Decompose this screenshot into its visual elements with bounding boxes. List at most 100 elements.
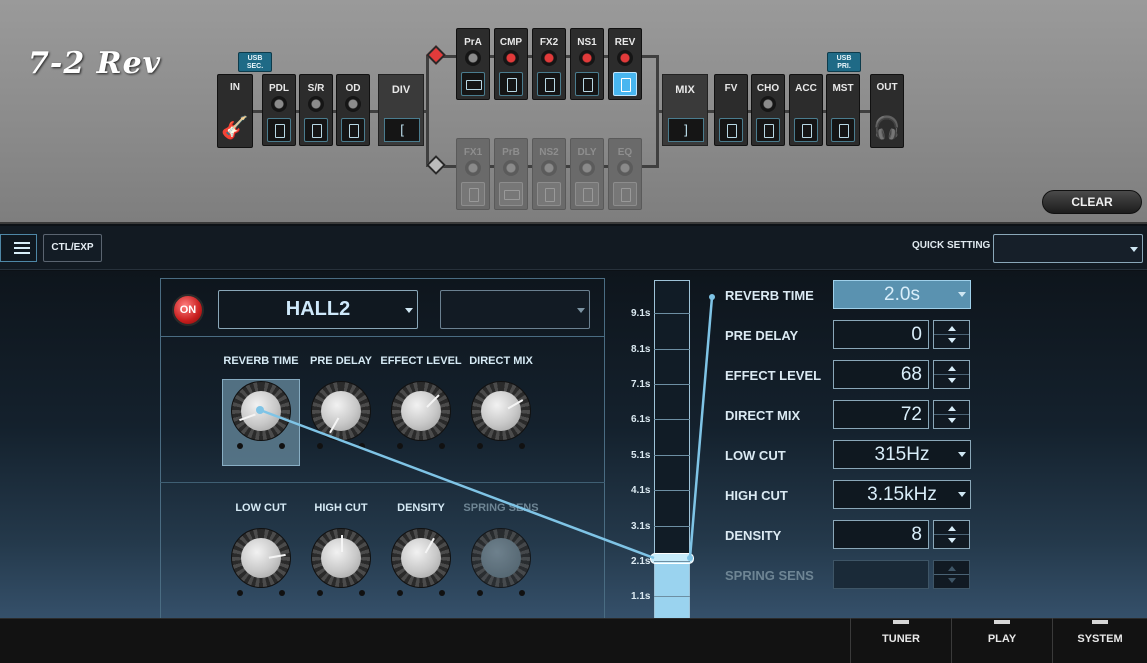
usb-pri-badge: USB PRI.	[827, 52, 861, 72]
pedal-icon[interactable]	[499, 72, 523, 96]
slider-tick-line	[654, 455, 690, 456]
block-acc[interactable]: ACC	[789, 74, 823, 146]
list-menu-button[interactable]	[0, 234, 37, 262]
menu-icon	[14, 252, 30, 254]
slider-tick-line	[654, 490, 690, 491]
pedal-icon[interactable]	[304, 118, 328, 142]
block-label: REV	[614, 37, 636, 48]
block-led[interactable]	[503, 50, 519, 66]
reverb-time-knob[interactable]	[231, 381, 291, 441]
ctl-exp-button[interactable]: CTL/EXP	[43, 234, 102, 262]
block-led[interactable]	[308, 96, 324, 112]
block-rev[interactable]: REV	[608, 28, 642, 100]
pedal-icon[interactable]	[461, 182, 485, 206]
param-value-select[interactable]: 3.15kHz	[833, 480, 971, 509]
out-block[interactable]: OUT 🎧	[870, 74, 904, 148]
param-value-field[interactable]: 68	[833, 360, 929, 389]
density-knob[interactable]	[391, 528, 451, 588]
block-led[interactable]	[465, 50, 481, 66]
tuner-button[interactable]: TUNER	[850, 618, 951, 663]
block-led[interactable]	[617, 50, 633, 66]
block-fx1[interactable]: FX1	[456, 138, 490, 210]
knob-cap	[481, 538, 521, 578]
block-dly[interactable]: DLY	[570, 138, 604, 210]
block-mst[interactable]: MST	[826, 74, 860, 146]
block-led[interactable]	[465, 160, 481, 176]
param-value-field[interactable]: 72	[833, 400, 929, 429]
param-value-field[interactable]: 8	[833, 520, 929, 549]
high-cut-knob[interactable]	[311, 528, 371, 588]
block-led[interactable]	[503, 160, 519, 176]
knob-dots	[231, 443, 291, 451]
block-cmp[interactable]: CMP	[494, 28, 528, 100]
block-eq[interactable]: EQ	[608, 138, 642, 210]
param-stepper[interactable]	[933, 400, 970, 429]
pedal-icon[interactable]	[613, 182, 637, 206]
knob-dots	[471, 590, 531, 598]
block-label: MST	[832, 83, 854, 94]
in-block[interactable]: IN 🎸	[217, 74, 253, 148]
clear-button[interactable]: CLEAR	[1042, 190, 1142, 214]
direct-mix-knob[interactable]	[471, 381, 531, 441]
effect-level-knob[interactable]	[391, 381, 451, 441]
effect-subtype-select[interactable]	[440, 290, 590, 329]
block-label: PrB	[502, 147, 520, 158]
param-value-select[interactable]: 2.0s	[833, 280, 971, 309]
block-ns1[interactable]: NS1	[570, 28, 604, 100]
amp-icon[interactable]	[499, 182, 523, 206]
param-value-select[interactable]: 315Hz	[833, 440, 971, 469]
quick-setting-select[interactable]	[993, 234, 1143, 263]
block-pra[interactable]: PrA	[456, 28, 490, 100]
block-cho[interactable]: CHO	[751, 74, 785, 146]
block-led[interactable]	[345, 96, 361, 112]
block-led[interactable]	[541, 50, 557, 66]
block-prb[interactable]: PrB	[494, 138, 528, 210]
param-stepper[interactable]	[933, 360, 970, 389]
param-value-field[interactable]: 0	[833, 320, 929, 349]
menu-icon	[14, 242, 30, 244]
block-label: CHO	[756, 83, 780, 94]
block-led[interactable]	[579, 160, 595, 176]
pedal-icon[interactable]	[794, 118, 818, 142]
block-sr[interactable]: S/R	[299, 74, 333, 146]
pre-delay-knob[interactable]	[311, 381, 371, 441]
pedal-icon[interactable]	[537, 182, 561, 206]
pedal-icon[interactable]	[575, 72, 599, 96]
effect-on-button[interactable]: ON	[172, 294, 204, 326]
system-button[interactable]: SYSTEM	[1052, 618, 1147, 663]
block-label: DLY	[577, 147, 597, 158]
block-led[interactable]	[760, 96, 776, 112]
param-stepper[interactable]	[933, 520, 970, 549]
amp-icon[interactable]	[461, 72, 485, 96]
chevron-down-icon	[577, 308, 585, 313]
pedal-icon[interactable]	[831, 118, 855, 142]
block-ns2[interactable]: NS2	[532, 138, 566, 210]
effect-type-select[interactable]: HALL2	[218, 290, 418, 329]
block-led[interactable]	[617, 160, 633, 176]
pedal-icon[interactable]	[537, 72, 561, 96]
block-mix[interactable]: MIX ]	[662, 74, 708, 146]
block-fv[interactable]: FV	[714, 74, 748, 146]
block-fx2[interactable]: FX2	[532, 28, 566, 100]
slider-thumb[interactable]	[650, 553, 694, 564]
spring-sens-knob	[471, 528, 531, 588]
pedal-icon[interactable]	[267, 118, 291, 142]
play-button[interactable]: PLAY	[951, 618, 1052, 663]
low-cut-knob[interactable]	[231, 528, 291, 588]
block-led[interactable]	[271, 96, 287, 112]
block-label: S/R	[307, 83, 325, 94]
param-label: LOW CUT	[725, 448, 786, 463]
block-pdl[interactable]: PDL	[262, 74, 296, 146]
pedal-icon[interactable]	[575, 182, 599, 206]
block-led[interactable]	[541, 160, 557, 176]
knob-label: SPRING SENS	[463, 502, 539, 514]
pedal-icon[interactable]	[341, 118, 365, 142]
pedal-icon[interactable]	[719, 118, 743, 142]
pedal-icon-selected[interactable]	[613, 72, 637, 96]
param-stepper[interactable]	[933, 320, 970, 349]
block-led[interactable]	[579, 50, 595, 66]
block-div[interactable]: DIV [	[378, 74, 424, 146]
usb-sec-badge: USB SEC.	[238, 52, 272, 72]
pedal-icon[interactable]	[756, 118, 780, 142]
block-od[interactable]: OD	[336, 74, 370, 146]
